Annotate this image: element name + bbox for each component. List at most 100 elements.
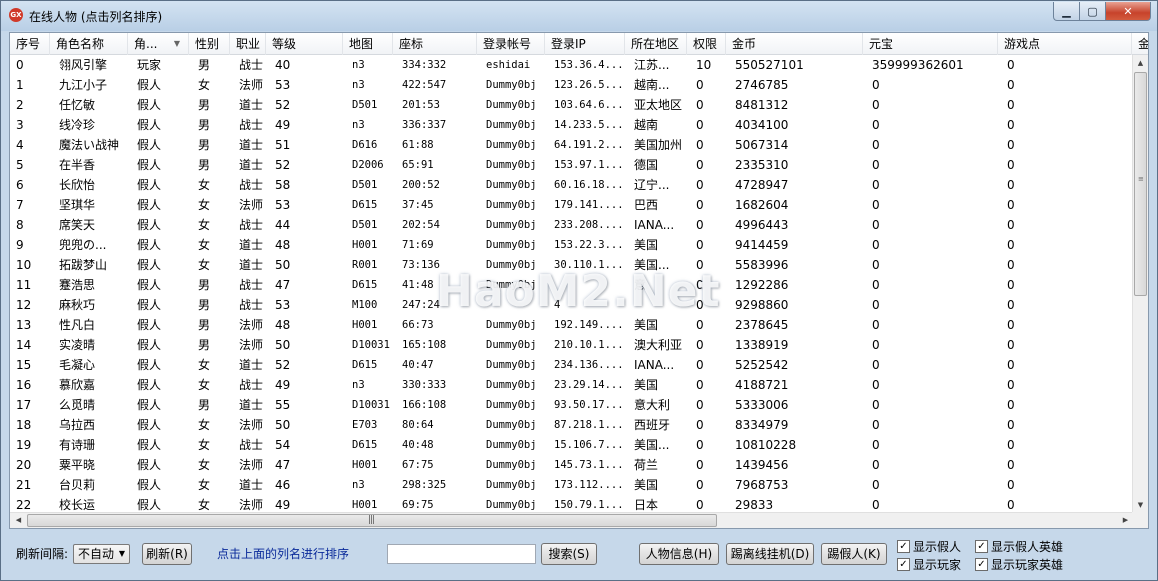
table-row[interactable]: 20 粟平晓 假人 女 法师 47 H001 67:75 Dummy0bj 145.73.1...… xyxy=(10,455,1134,475)
column-header-region[interactable]: 所在地区 xyxy=(625,33,687,55)
table-row[interactable]: 19 有诗珊 假人 女 战士 54 D615 40:48 Dummy0bj 15.106.7...… xyxy=(10,435,1134,455)
column-header-idx[interactable]: 序号 xyxy=(10,33,50,55)
column-header-more[interactable]: 金币 xyxy=(1132,33,1148,55)
table-row[interactable]: 16 慕欣嘉 假人 女 战士 49 n3 330:333 Dummy0bj 23.29.14...… xyxy=(10,375,1134,395)
cell-gender: 女 xyxy=(198,238,211,252)
cell-job: 法师 xyxy=(239,318,264,332)
search-input[interactable] xyxy=(387,544,536,564)
cell-perm: 0 xyxy=(696,398,704,412)
vertical-scroll-thumb[interactable]: ≡ xyxy=(1134,72,1147,296)
cell-points: 0 xyxy=(1007,118,1015,132)
cell-job: 战士 xyxy=(239,58,264,72)
column-header-label: 权限 xyxy=(693,37,718,51)
cell-points: 0 xyxy=(1007,78,1015,92)
table-row[interactable]: 14 实凌晴 假人 男 法师 50 D10031 165:108 Dummy0bj 210.10.… xyxy=(10,335,1134,355)
cell-job: 道士 xyxy=(239,158,264,172)
refresh-interval-select[interactable]: 不自动 ▼ xyxy=(73,544,130,564)
table-row[interactable]: 2 任忆敏 假人 男 道士 52 D501 201:53 Dummy0bj 103.64.6...… xyxy=(10,95,1134,115)
table-row[interactable]: 10 拓跋梦山 假人 女 道士 50 R001 73:136 Dummy0bj 30.110.1.… xyxy=(10,255,1134,275)
cell-account: eshidai xyxy=(486,59,531,71)
table-row[interactable]: 4 魔法い战神 假人 男 道士 51 D616 61:88 Dummy0bj 64.191.2..… xyxy=(10,135,1134,155)
table-row[interactable]: 17 么觅晴 假人 男 道士 55 D10031 166:108 Dummy0bj 93.50.1… xyxy=(10,395,1134,415)
kick-offline-afk-button[interactable]: 踢离线挂机(D) xyxy=(726,543,814,565)
player-info-button[interactable]: 人物信息(H) xyxy=(639,543,719,565)
show-bots-checkbox[interactable]: ✓ 显示假人 xyxy=(897,538,961,555)
cell-idx: 20 xyxy=(16,458,32,472)
cell-perm: 0 xyxy=(696,418,704,432)
cell-perm: 0 xyxy=(696,98,704,112)
search-button[interactable]: 搜索(S) xyxy=(541,543,597,565)
cell-gold: 1292286 xyxy=(735,278,789,292)
table-row[interactable]: 18 乌拉西 假人 女 法师 50 E703 80:64 Dummy0bj 87.218.1...… xyxy=(10,415,1134,435)
maximize-button[interactable]: ▢ xyxy=(1080,2,1106,21)
cell-gold: 7968753 xyxy=(735,478,789,492)
cell-name: 翎风引擎 xyxy=(59,58,108,72)
cell-name: 在半香 xyxy=(59,158,96,172)
table-row[interactable]: 3 线冷珍 假人 男 战士 49 n3 336:337 Dummy0bj 14.233.5... 越… xyxy=(10,115,1134,135)
column-header-map[interactable]: 地图 xyxy=(343,33,393,55)
column-header-level[interactable]: 等级 xyxy=(266,33,343,55)
horizontal-scroll-thumb[interactable]: ||| xyxy=(27,514,717,527)
vertical-scrollbar[interactable]: ▲ ≡ ▼ xyxy=(1132,55,1148,514)
table-row[interactable]: 5 在半香 假人 男 道士 52 D2006 65:91 Dummy0bj 153.97.1...… xyxy=(10,155,1134,175)
cell-map: n3 xyxy=(352,119,365,131)
horizontal-scrollbar[interactable]: ◀ ||| ▶ xyxy=(10,512,1134,528)
show-bot-heroes-checkbox[interactable]: ✓ 显示假人英雄 xyxy=(975,538,1063,555)
cell-role: 玩家 xyxy=(137,58,162,72)
column-header-perm[interactable]: 权限 xyxy=(687,33,726,55)
column-header-yuanbao[interactable]: 元宝 xyxy=(863,33,998,55)
cell-map: D501 xyxy=(352,179,378,191)
cell-ip: 103.64.6... xyxy=(554,99,624,111)
show-player-heroes-checkbox[interactable]: ✓ 显示玩家英雄 xyxy=(975,556,1063,573)
show-players-label: 显示玩家 xyxy=(913,558,962,572)
players-table: 序号 角色名称 角... ▼ 性别 职业 等级 地图 座标 登录帐号 登录IP 所在地区 权限 金币 元宝游… xyxy=(9,32,1149,529)
cell-job: 道士 xyxy=(239,398,264,412)
cell-gender: 女 xyxy=(198,178,211,192)
table-row[interactable]: 11 蹇浩思 假人 男 战士 47 D615 41:48 Dummy0bj 意 0 1292286 0 0 xyxy=(10,275,1134,295)
cell-gender: 女 xyxy=(198,438,211,452)
cell-name: 毛凝心 xyxy=(59,358,96,372)
column-header-ip[interactable]: 登录IP xyxy=(545,33,625,55)
close-button[interactable]: ✕ xyxy=(1106,2,1151,21)
cell-job: 战士 xyxy=(239,118,264,132)
table-row[interactable]: 8 席笑天 假人 女 战士 44 D501 202:54 Dummy0bj 233.208....… xyxy=(10,215,1134,235)
column-header-gold[interactable]: 金币 xyxy=(726,33,863,55)
cell-gender: 男 xyxy=(198,58,211,72)
cell-region xyxy=(625,295,687,315)
kick-bots-button[interactable]: 踢假人(K) xyxy=(821,543,887,565)
table-row[interactable]: 12 麻秋巧 假人 男 战士 53 M100 247:24 4 0 9298860 0 0 xyxy=(10,295,1134,315)
cell-coord: 422:547 xyxy=(402,79,447,91)
table-row[interactable]: 7 坚琪华 假人 女 法师 53 D615 37:45 Dummy0bj 179.141.... 巴… xyxy=(10,195,1134,215)
scroll-left-icon[interactable]: ◀ xyxy=(10,513,27,528)
column-header-gender[interactable]: 性别 xyxy=(189,33,230,55)
cell-level: 52 xyxy=(275,158,291,172)
cell-coord: 67:75 xyxy=(402,459,434,471)
column-header-coord[interactable]: 座标 xyxy=(393,33,477,55)
cell-region: 西班牙 xyxy=(634,418,671,432)
table-row[interactable]: 0 翎风引擎 玩家 男 战士 40 n3 334:332 eshidai 153.36.4... 江… xyxy=(10,55,1134,75)
cell-perm: 0 xyxy=(696,178,704,192)
minimize-button[interactable]: ▁ xyxy=(1053,2,1080,21)
cell-points: 0 xyxy=(1007,298,1015,312)
cell-name: 有诗珊 xyxy=(59,438,96,452)
cell-level: 53 xyxy=(275,298,291,312)
table-row[interactable]: 21 台贝莉 假人 女 道士 46 n3 298:325 Dummy0bj 173.112....… xyxy=(10,475,1134,495)
cell-role: 假人 xyxy=(137,198,162,212)
cell-ip: 153.97.1... xyxy=(554,159,624,171)
scroll-up-icon[interactable]: ▲ xyxy=(1133,55,1148,72)
table-row[interactable]: 13 性凡白 假人 男 法师 48 H001 66:73 Dummy0bj 192.149....… xyxy=(10,315,1134,335)
title-bar[interactable]: GX 在线人物 (点击列名排序) ▁ ▢ ✕ xyxy=(1,1,1157,31)
cell-account: Dummy0bj xyxy=(486,79,537,91)
column-header-account[interactable]: 登录帐号 xyxy=(477,33,545,55)
table-row[interactable]: 9 兜兜の... 假人 女 道士 48 H001 71:69 Dummy0bj 153.22.3.… xyxy=(10,235,1134,255)
table-row[interactable]: 6 长欣怡 假人 女 战士 58 D501 200:52 Dummy0bj 60.16.18...… xyxy=(10,175,1134,195)
show-players-checkbox[interactable]: ✓ 显示玩家 xyxy=(897,556,961,573)
column-header-role[interactable]: 角... ▼ xyxy=(128,33,189,55)
column-header-points[interactable]: 游戏点 xyxy=(998,33,1132,55)
refresh-button[interactable]: 刷新(R) xyxy=(142,543,192,565)
column-header-name[interactable]: 角色名称 xyxy=(50,33,128,55)
table-row[interactable]: 15 毛凝心 假人 女 道士 52 D615 40:47 Dummy0bj 234.136....… xyxy=(10,355,1134,375)
cell-level: 51 xyxy=(275,138,291,152)
table-row[interactable]: 1 九江小子 假人 女 法师 53 n3 422:547 Dummy0bj 123.26.5...… xyxy=(10,75,1134,95)
column-header-job[interactable]: 职业 xyxy=(230,33,266,55)
